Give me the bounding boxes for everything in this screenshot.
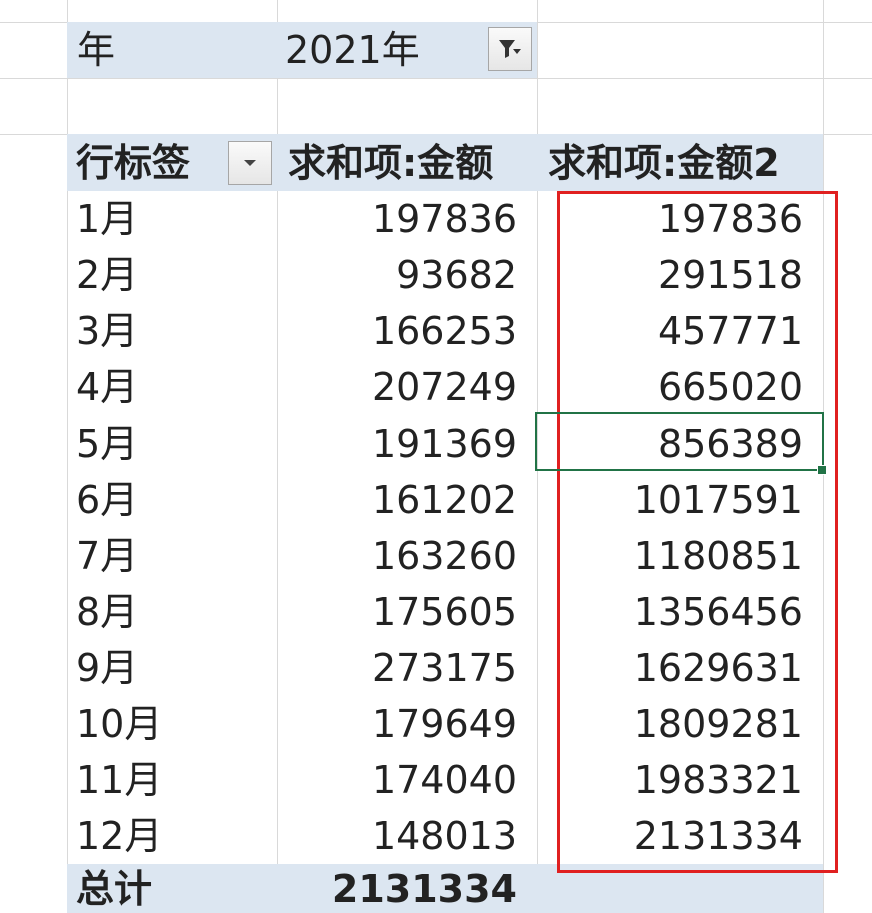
row-amount-value[interactable]: 161202 [277,472,537,528]
row-amount2-value[interactable]: 1356456 [537,584,823,640]
row-amount-value[interactable]: 163260 [277,528,537,584]
row-amount2-value[interactable]: 1017591 [537,472,823,528]
row-amount-value[interactable]: 148013 [277,808,537,864]
row-month-label[interactable]: 4月 [67,359,277,415]
sum-amount-header[interactable]: 求和项:金额 [277,134,537,191]
row-amount-value[interactable]: 166253 [277,303,537,359]
row-amount-value[interactable]: 197836 [277,191,537,247]
row-amount2-value[interactable]: 856389 [537,415,823,472]
row-amount2-value[interactable]: 291518 [537,247,823,303]
row-month-label[interactable]: 1月 [67,191,277,247]
filter-button[interactable] [488,27,532,71]
row-amount-value[interactable]: 191369 [277,415,537,472]
row-amount2-value[interactable]: 665020 [537,359,823,415]
row-amount2-value[interactable]: 1180851 [537,528,823,584]
chevron-down-icon [244,160,256,166]
row-month-label[interactable]: 3月 [67,303,277,359]
total-amount[interactable]: 2131334 [277,864,537,913]
row-amount-value[interactable]: 175605 [277,584,537,640]
row-month-label[interactable]: 10月 [67,696,277,752]
row-amount2-value[interactable]: 1629631 [537,640,823,696]
row-month-label[interactable]: 7月 [67,528,277,584]
row-amount2-value[interactable]: 1809281 [537,696,823,752]
sum-amount2-header[interactable]: 求和项:金额2 [537,134,823,191]
row-divider [0,78,872,79]
row-month-label[interactable]: 6月 [67,472,277,528]
filter-funnel-icon [499,40,521,58]
row-amount2-value[interactable]: 197836 [537,191,823,247]
row-amount-value[interactable]: 93682 [277,247,537,303]
row-amount-value[interactable]: 174040 [277,752,537,808]
row-month-label[interactable]: 2月 [67,247,277,303]
fill-handle[interactable] [817,465,827,475]
row-month-label[interactable]: 5月 [67,415,277,472]
total-label[interactable]: 总计 [67,864,277,913]
filter-field-label[interactable]: 年 [67,22,277,78]
row-amount2-value[interactable]: 457771 [537,303,823,359]
row-month-label[interactable]: 11月 [67,752,277,808]
row-month-label[interactable]: 8月 [67,584,277,640]
row-month-label[interactable]: 9月 [67,640,277,696]
row-labels-dropdown-button[interactable] [228,141,272,185]
row-amount-value[interactable]: 179649 [277,696,537,752]
column-divider [823,0,824,913]
row-amount-value[interactable]: 207249 [277,359,537,415]
total-amount2-cell[interactable] [537,864,823,913]
row-amount-value[interactable]: 273175 [277,640,537,696]
row-amount2-value[interactable]: 2131334 [537,808,823,864]
row-amount2-value[interactable]: 1983321 [537,752,823,808]
row-month-label[interactable]: 12月 [67,808,277,864]
